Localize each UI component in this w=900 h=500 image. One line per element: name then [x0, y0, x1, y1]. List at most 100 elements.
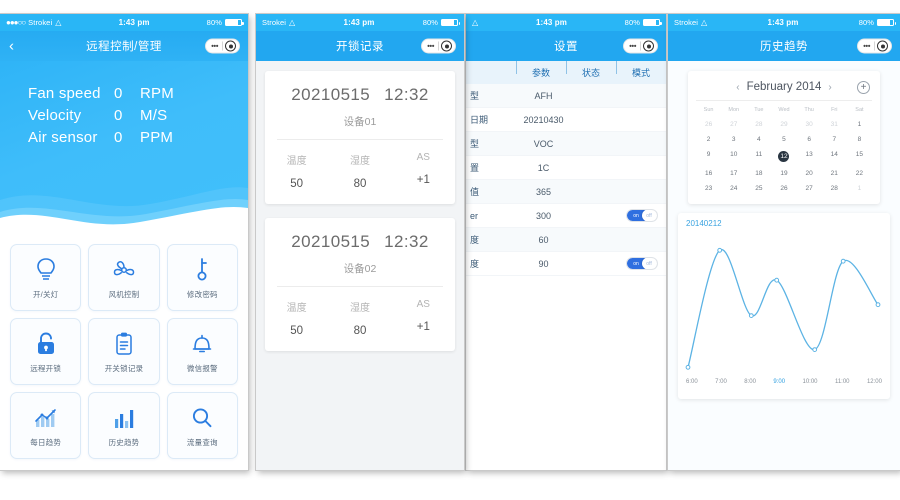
calendar-day[interactable]: 15 — [847, 147, 872, 165]
calendar-day[interactable]: 14 — [822, 147, 847, 165]
calendar-day[interactable]: 10 — [721, 147, 746, 165]
calendar-day[interactable]: 16 — [696, 166, 721, 180]
record-circle-icon[interactable] — [441, 40, 452, 52]
tile-light-switch[interactable]: 开/关灯 — [10, 244, 82, 311]
capsule-menu[interactable]: ••• — [205, 38, 240, 54]
capsule-menu[interactable]: ••• — [623, 38, 658, 54]
day-name: Wed — [778, 107, 790, 113]
tile-flow-query[interactable]: 流量查询 — [166, 392, 238, 459]
table-row[interactable]: 型 VOC — [466, 132, 666, 156]
capsule-menu[interactable]: ••• — [857, 38, 892, 54]
calendar-day[interactable]: 1 — [847, 181, 872, 195]
calendar-day[interactable]: 3 — [721, 132, 746, 146]
nav-bar: 历史趋势 ••• — [668, 31, 900, 61]
capsule-menu[interactable]: ••• — [421, 38, 456, 54]
calendar-day[interactable]: 23 — [696, 181, 721, 195]
calendar-day[interactable]: 5 — [771, 132, 796, 146]
calendar-day-selected[interactable]: 12 — [771, 147, 796, 165]
record-date: 20210515 — [291, 232, 371, 251]
toggle-switch[interactable]: on off — [625, 209, 658, 223]
record-circle-icon[interactable] — [225, 40, 236, 52]
tile-remote-unlock[interactable]: 远程开锁 — [10, 318, 82, 385]
stat-row: Fan speed 0 RPM — [28, 83, 248, 105]
x-tick: 6:00 — [686, 379, 698, 385]
back-chevron-icon[interactable]: ‹ — [9, 39, 14, 54]
calendar-day[interactable]: 26 — [771, 181, 796, 195]
more-dots-icon[interactable]: ••• — [625, 42, 640, 51]
row-param: 90 — [538, 258, 549, 269]
calendar-day[interactable]: 11 — [746, 147, 771, 165]
row-param: VOC — [533, 138, 554, 149]
table-row[interactable]: er 300 on off — [466, 204, 666, 228]
calendar-day[interactable]: 30 — [797, 117, 822, 131]
x-tick: 11:00 — [834, 379, 850, 385]
calendar-day[interactable]: 24 — [721, 181, 746, 195]
tile-wechat-alarm[interactable]: 微信报警 — [166, 318, 238, 385]
stats-list: Fan speed 0 RPM Velocity 0 M/S Air senso… — [0, 61, 248, 149]
calendar-day[interactable]: 29 — [771, 117, 796, 131]
calendar-day[interactable]: 18 — [746, 166, 771, 180]
table-row[interactable]: 度 60 — [466, 228, 666, 252]
calendar-day[interactable]: 8 — [847, 132, 872, 146]
trend-chart-icon — [33, 403, 59, 433]
plus-circle-icon[interactable]: + — [857, 80, 870, 94]
calendar-day[interactable]: 28 — [746, 117, 771, 131]
row-name: er — [470, 210, 479, 221]
record-circle-icon[interactable] — [877, 40, 888, 52]
calendar-day[interactable]: 1 — [847, 117, 872, 131]
table-row[interactable]: 度 90 on off — [466, 252, 666, 276]
calendar-day[interactable]: 26 — [696, 117, 721, 131]
more-dots-icon[interactable]: ••• — [859, 42, 874, 51]
table-header-row: 参数 状态 模式 — [466, 61, 666, 84]
tile-daily-trend[interactable]: 每日趋势 — [10, 392, 82, 459]
metric-cell: AS +1 — [392, 299, 455, 337]
calendar-day[interactable]: 28 — [822, 181, 847, 195]
day-name: Mon — [728, 107, 740, 113]
record-circle-icon[interactable] — [643, 40, 654, 52]
record-card[interactable]: 20210515 12:32 设备02 温度 50 湿度 80 AS +1 — [265, 218, 455, 351]
page-title: 远程控制/管理 — [86, 41, 162, 53]
toggle-switch[interactable]: on off — [625, 257, 658, 271]
calendar-day[interactable]: 2 — [696, 132, 721, 146]
tile-label: 远程开锁 — [30, 364, 62, 373]
tile-history-trend[interactable]: 历史趋势 — [88, 392, 160, 459]
record-device: 设备02 — [343, 263, 377, 275]
calendar-day[interactable]: 22 — [847, 166, 872, 180]
record-card[interactable]: 20210515 12:32 设备01 温度 50 湿度 80 AS +1 — [265, 71, 455, 204]
phone-screen-history-trend: Strokei △ 1:43 pm 80% 历史趋势 ••• ‹ Februar… — [668, 14, 900, 470]
history-body: ‹ February 2014 › + Sun Mon Tue Wed Thu … — [668, 61, 900, 470]
calendar-day[interactable]: 27 — [721, 117, 746, 131]
more-dots-icon[interactable]: ••• — [423, 42, 438, 51]
status-bar: ●●●○○ Strokei △ 1:43 pm 80% — [0, 14, 248, 31]
calendar-day[interactable]: 6 — [797, 132, 822, 146]
tile-change-password[interactable]: 修改密码 — [166, 244, 238, 311]
calendar-day[interactable]: 9 — [696, 147, 721, 165]
table-row[interactable]: 值 365 — [466, 180, 666, 204]
tile-lock-records[interactable]: 开关锁记录 — [88, 318, 160, 385]
more-dots-icon[interactable]: ••• — [207, 42, 222, 51]
calendar-day[interactable]: 7 — [822, 132, 847, 146]
bar-chart-icon — [112, 403, 136, 433]
table-row[interactable]: 型 AFH — [466, 84, 666, 108]
calendar-day[interactable]: 17 — [721, 166, 746, 180]
calendar-day[interactable]: 25 — [746, 181, 771, 195]
wave-decoration — [0, 187, 248, 236]
tile-fan-control[interactable]: 风机控制 — [88, 244, 160, 311]
calendar-day[interactable]: 13 — [797, 147, 822, 165]
row-param: 300 — [535, 210, 552, 221]
table-row[interactable]: 置 1C — [466, 156, 666, 180]
calendar-day[interactable]: 20 — [797, 166, 822, 180]
next-month-icon[interactable]: › — [828, 82, 831, 93]
calendar-day[interactable]: 19 — [771, 166, 796, 180]
row-name: 型 — [470, 139, 480, 149]
record-metrics: 温度 50 湿度 80 AS +1 — [265, 140, 455, 204]
hero-panel: Fan speed 0 RPM Velocity 0 M/S Air senso… — [0, 61, 248, 236]
calendar-day[interactable]: 4 — [746, 132, 771, 146]
phone-screen-unlock-records: Strokei △ 1:43 pm 80% 开锁记录 ••• 20210515 — [256, 14, 464, 470]
calendar-day[interactable]: 21 — [822, 166, 847, 180]
metric-cell: 温度 50 — [265, 299, 328, 337]
prev-month-icon[interactable]: ‹ — [736, 82, 739, 93]
calendar-day[interactable]: 31 — [822, 117, 847, 131]
table-row[interactable]: 日期 20210430 — [466, 108, 666, 132]
calendar-day[interactable]: 27 — [797, 181, 822, 195]
